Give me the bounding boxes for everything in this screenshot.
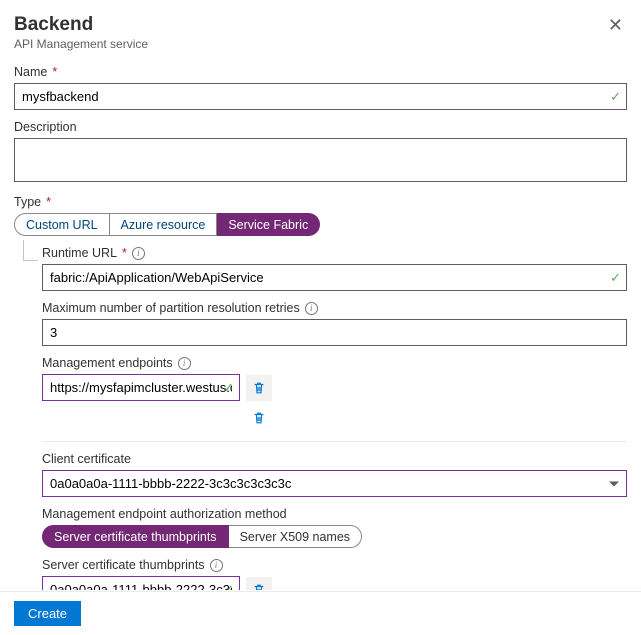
- auth-option-x509[interactable]: Server X509 names: [229, 525, 362, 548]
- description-input[interactable]: [14, 138, 627, 182]
- check-icon: ✓: [610, 270, 621, 286]
- panel-title: Backend: [14, 14, 148, 36]
- info-icon[interactable]: i: [210, 559, 223, 572]
- client-cert-select[interactable]: 0a0a0a0a-1111-bbbb-2222-3c3c3c3c3c3c: [42, 470, 627, 497]
- mgmt-endpoint-row: ✓: [42, 374, 272, 401]
- mgmt-endpoints-label: Management endpoints i: [42, 356, 627, 370]
- thumbprint-input[interactable]: [42, 576, 240, 590]
- info-icon[interactable]: i: [178, 357, 191, 370]
- type-option-custom-url[interactable]: Custom URL: [14, 213, 110, 236]
- check-icon: ✓: [610, 89, 621, 105]
- info-icon[interactable]: i: [132, 247, 145, 260]
- partition-retries-label: Maximum number of partition resolution r…: [42, 301, 627, 315]
- info-icon[interactable]: i: [305, 302, 318, 315]
- check-icon: ✓: [223, 582, 234, 591]
- name-input[interactable]: [14, 83, 627, 110]
- close-icon[interactable]: ✕: [604, 14, 627, 36]
- type-label: Type*: [14, 195, 627, 209]
- check-icon: ✓: [223, 380, 234, 396]
- auth-option-thumbprints[interactable]: Server certificate thumbprints: [42, 525, 229, 548]
- auth-method-pills: Server certificate thumbprints Server X5…: [42, 525, 627, 548]
- trash-icon[interactable]: [246, 577, 272, 591]
- panel-subtitle: API Management service: [14, 37, 148, 51]
- trash-icon[interactable]: [246, 375, 272, 401]
- create-button[interactable]: Create: [14, 601, 81, 626]
- mgmt-endpoint-input[interactable]: [42, 374, 240, 401]
- auth-method-label: Management endpoint authorization method: [42, 507, 627, 521]
- trash-icon[interactable]: [246, 405, 272, 431]
- runtime-url-input[interactable]: [42, 264, 627, 291]
- type-option-azure-resource[interactable]: Azure resource: [110, 213, 218, 236]
- type-option-service-fabric[interactable]: Service Fabric: [217, 213, 320, 236]
- description-label: Description: [14, 120, 627, 134]
- runtime-url-label: Runtime URL* i: [42, 246, 627, 260]
- partition-retries-input[interactable]: [42, 319, 627, 346]
- thumbprints-label: Server certificate thumbprints i: [42, 558, 627, 572]
- name-label: Name*: [14, 65, 627, 79]
- type-pills: Custom URL Azure resource Service Fabric: [14, 213, 627, 236]
- client-cert-label: Client certificate: [42, 452, 627, 466]
- thumbprint-row: ✓: [42, 576, 272, 590]
